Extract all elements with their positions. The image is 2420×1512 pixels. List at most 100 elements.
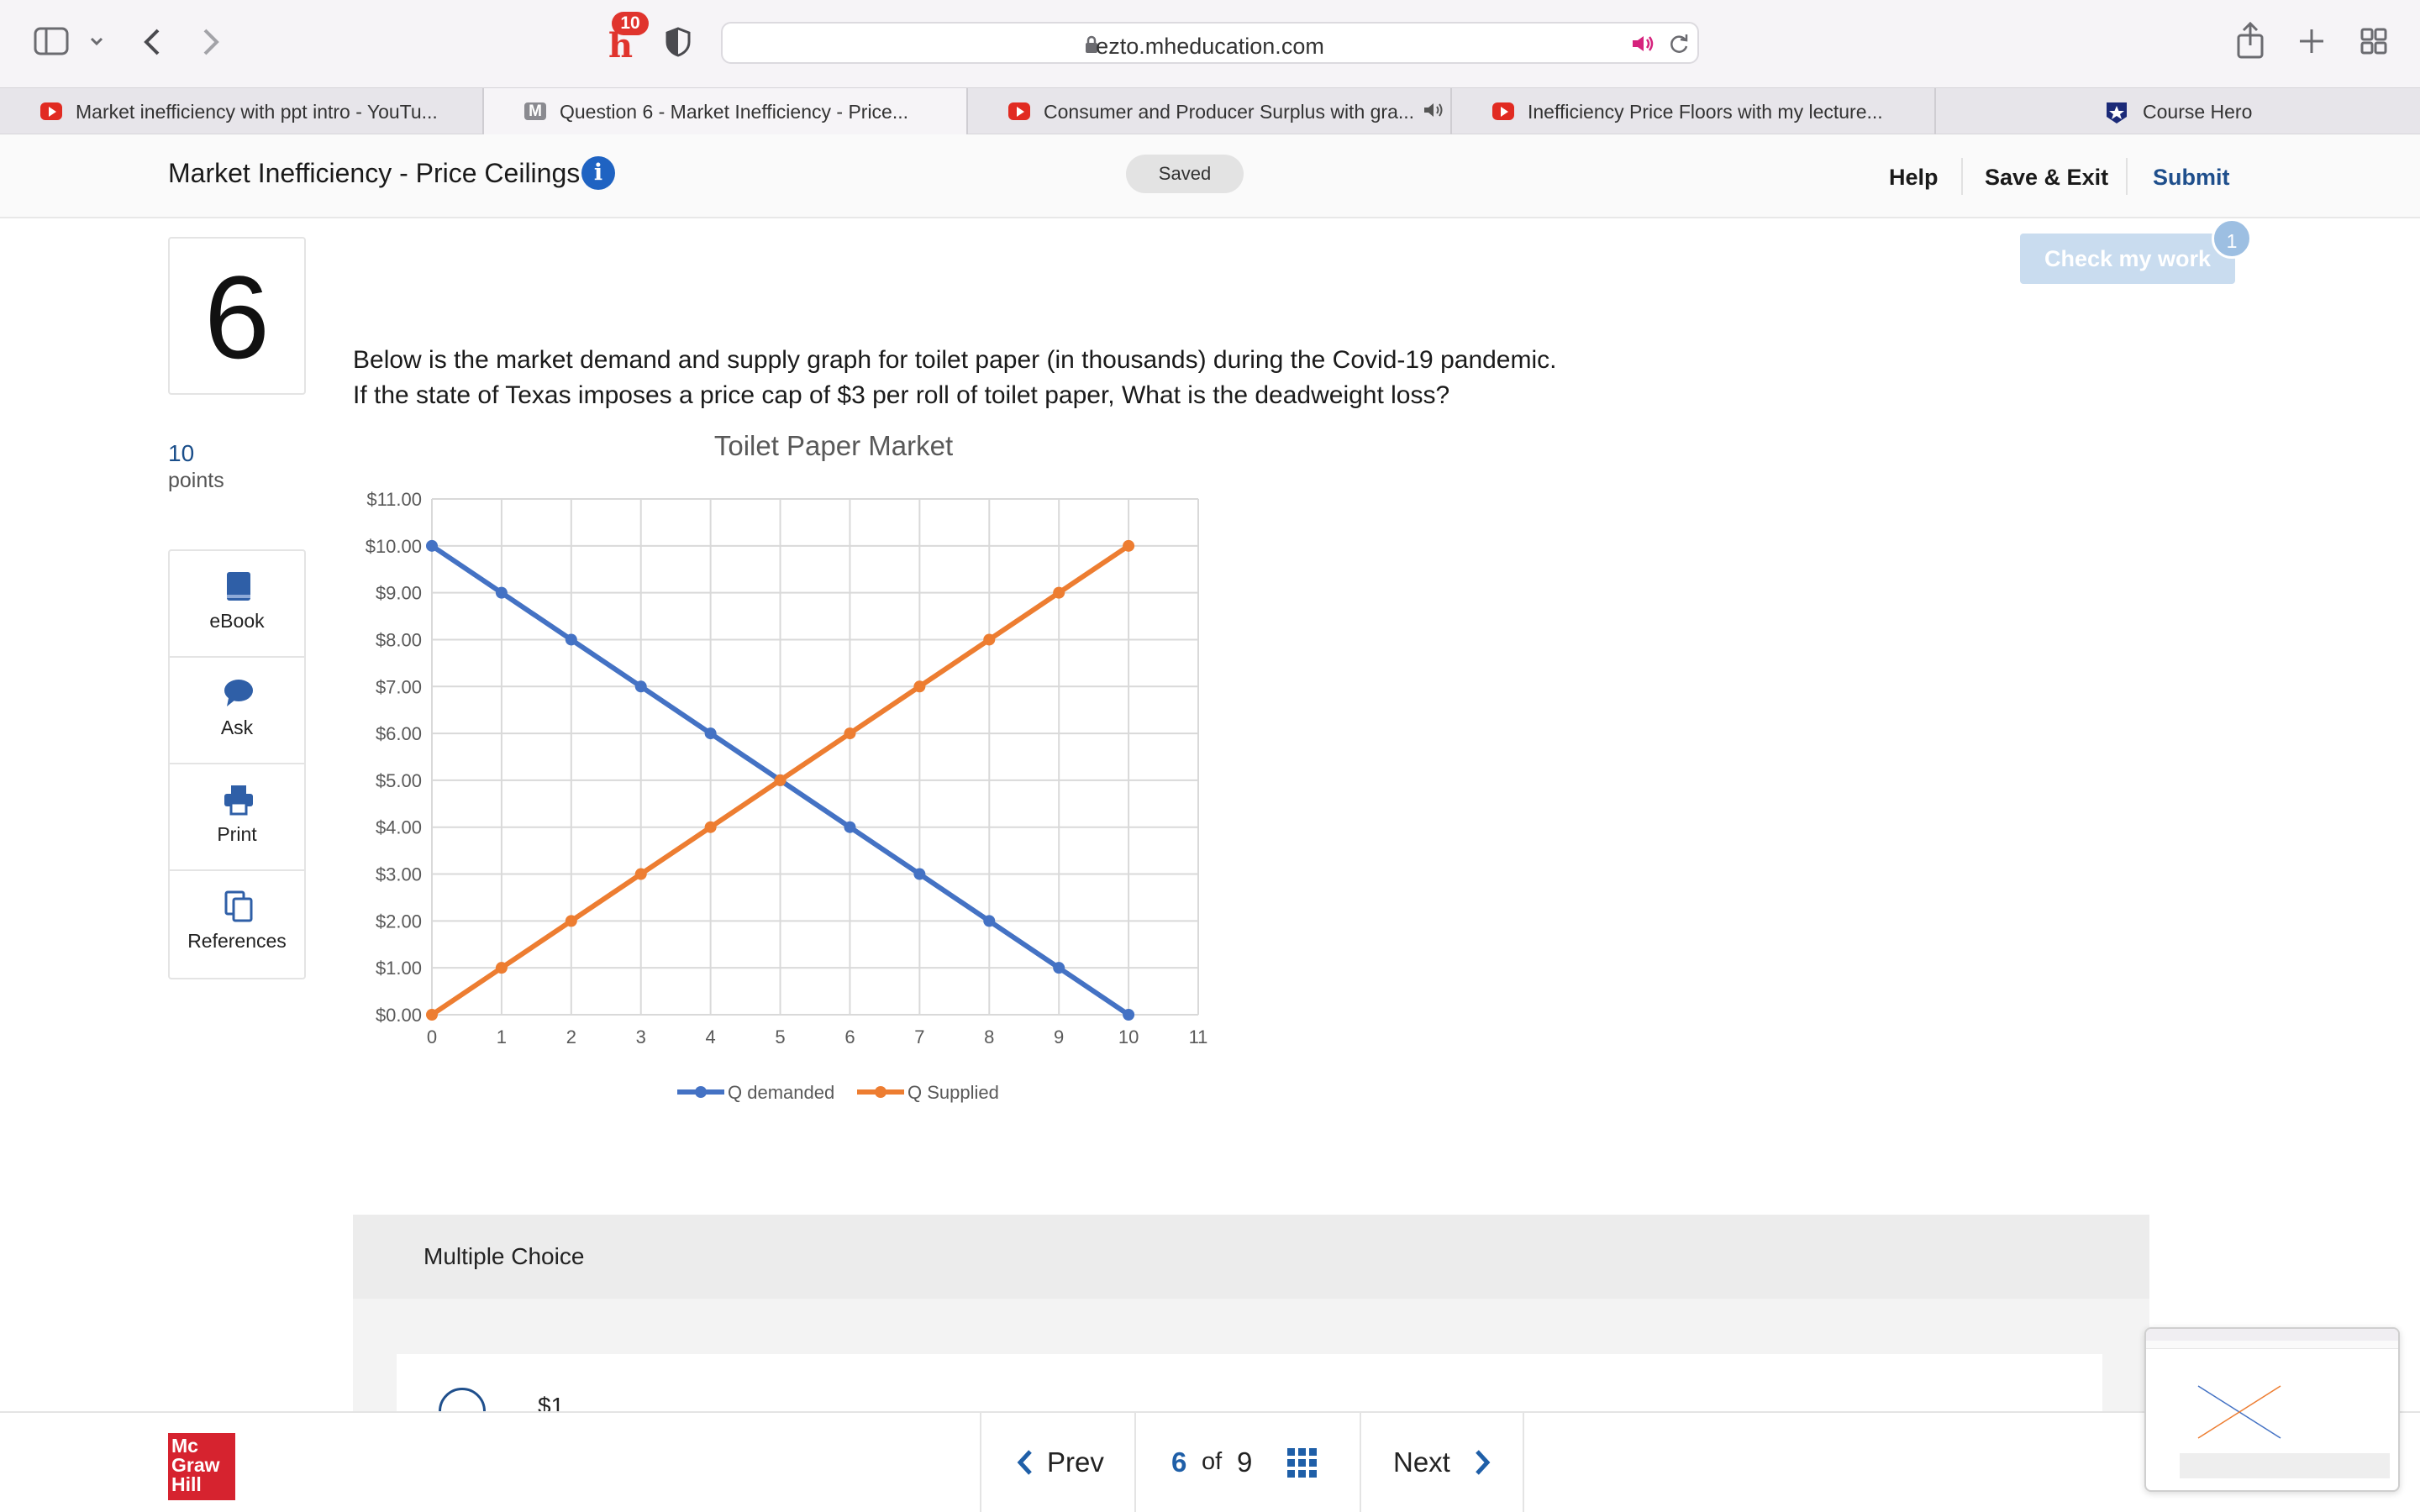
forward-icon[interactable] [198,25,224,59]
x-tick-label: 9 [1054,1026,1064,1047]
prev-label[interactable]: Prev [1047,1446,1104,1478]
legend-label-q-demanded: Q demanded [728,1082,834,1103]
share-icon[interactable] [2235,22,2265,59]
data-point-q-demanded [983,915,996,927]
x-tick-label: 3 [636,1026,646,1047]
question-number: 6 [168,237,306,395]
speaker-icon[interactable] [1630,34,1655,58]
divider [980,1413,981,1512]
ebook-button[interactable]: eBook [170,551,304,658]
y-tick-label: $1.00 [376,958,422,979]
divider [1360,1413,1361,1512]
tab-title: Course Hero [2143,100,2253,123]
tab-audio-icon[interactable] [1423,101,1446,123]
references-button[interactable]: References [170,871,304,978]
shield-icon[interactable] [666,27,691,57]
tab-youtube-ppt-intro[interactable]: Market inefficiency with ppt intro - You… [0,88,484,135]
address-bar[interactable]: ezto.mheducation.com [721,22,1699,64]
check-my-work-count-badge: 1 [2212,218,2252,259]
data-point-q-demanded [634,680,647,693]
tab-price-floors[interactable]: Inefficiency Price Floors with my lectur… [1452,88,1936,135]
data-point-q-demanded [1123,1009,1135,1021]
divider [2126,158,2128,195]
data-point-q-supplied [983,633,996,646]
legend-marker-q-demanded [695,1086,707,1098]
data-point-q-supplied [774,774,786,786]
tool-label: References [187,930,287,952]
toilet-paper-market-chart: Toilet Paper Market $0.00 $1.00 $2.00 $3.00… [366,430,1208,1103]
y-tick-label: $0.00 [376,1005,422,1026]
legend-label-q-supplied: Q Supplied [908,1082,999,1103]
submit-link[interactable]: Submit [2153,165,2230,191]
y-tick-label: $3.00 [376,864,422,885]
y-tick-label: $7.00 [376,676,422,697]
info-icon[interactable]: i [581,156,615,190]
tab-title: Market inefficiency with ppt intro - You… [76,100,438,123]
save-exit-link[interactable]: Save & Exit [1985,165,2108,191]
x-tick-label: 1 [497,1026,507,1047]
tab-bar: Market inefficiency with ppt intro - You… [0,87,2420,135]
print-button[interactable]: Print [170,764,304,871]
data-point-q-demanded [1053,962,1065,974]
points-label: points [168,469,224,492]
y-tick-label: $2.00 [376,911,422,932]
data-point-q-demanded [565,633,577,646]
back-icon[interactable] [139,25,165,59]
current-page: 6 [1171,1446,1187,1478]
tab-course-hero[interactable]: Course Hero [1936,88,2420,135]
data-point-q-supplied [495,962,508,974]
sidebar-toggle-icon[interactable] [34,27,69,55]
y-tick-label: $5.00 [376,770,422,791]
chevron-right-icon[interactable] [1472,1448,1492,1481]
x-tick-label: 0 [427,1026,437,1047]
x-tick-label: 2 [566,1026,576,1047]
y-tick-label: $11.00 [366,489,422,510]
multiple-choice-label: Multiple Choice [424,1243,585,1269]
browser-toolbar: h 10 ezto.mheducation.com [0,0,2420,87]
data-point-q-demanded [844,821,856,833]
youtube-icon [1492,102,1514,120]
x-tick-label: 6 [844,1026,855,1047]
youtube-icon [40,102,62,120]
data-point-q-supplied [704,821,717,833]
new-tab-icon[interactable] [2297,27,2326,55]
tab-question-6[interactable]: M Question 6 - Market Inefficiency - Pri… [484,88,968,135]
screenshot-thumbnail[interactable] [2144,1327,2400,1492]
chat-bubble-icon [222,676,255,710]
saved-status-badge: Saved [1126,155,1244,193]
course-hero-icon [2104,100,2129,130]
next-button[interactable]: Next [1393,1446,1450,1478]
tab-title: Inefficiency Price Floors with my lectur… [1528,100,1883,123]
youtube-icon [1008,102,1030,120]
x-tick-label: 10 [1118,1026,1139,1047]
data-point-q-demanded [704,727,717,740]
legend-marker-q-supplied [875,1086,886,1098]
ask-button[interactable]: Ask [170,658,304,764]
x-tick-label: 7 [914,1026,924,1047]
y-tick-label: $8.00 [376,629,422,650]
m-icon: M [524,102,546,120]
check-my-work-button[interactable]: Check my work [2020,234,2235,284]
data-point-q-supplied [1053,586,1065,599]
printer-icon [222,783,255,816]
copy-pages-icon [222,890,255,923]
y-tick-label: $4.00 [376,817,422,838]
y-tick-label: $9.00 [376,583,422,604]
address-host: ezto.mheducation.com [1096,34,1324,59]
chevron-down-icon[interactable] [87,32,106,50]
data-point-q-demanded [426,539,438,552]
reload-icon[interactable] [1667,32,1691,60]
assignment-header: Market Inefficiency - Price Ceilings i S… [0,134,2420,218]
tab-consumer-producer-surplus[interactable]: Consumer and Producer Surplus with gra..… [968,88,1452,135]
help-link[interactable]: Help [1889,165,1939,191]
tool-label: Print [217,823,257,845]
points-value: 10 [168,440,195,466]
book-icon [222,570,255,603]
tab-title: Consumer and Producer Surplus with gra..… [1044,100,1415,123]
total-pages: 9 [1237,1446,1253,1478]
tab-overview-icon[interactable] [2360,27,2388,55]
grid-view-icon[interactable] [1287,1448,1318,1483]
x-tick-label: 11 [1189,1026,1208,1047]
data-point-q-supplied [565,915,577,927]
x-tick-label: 5 [775,1026,785,1047]
